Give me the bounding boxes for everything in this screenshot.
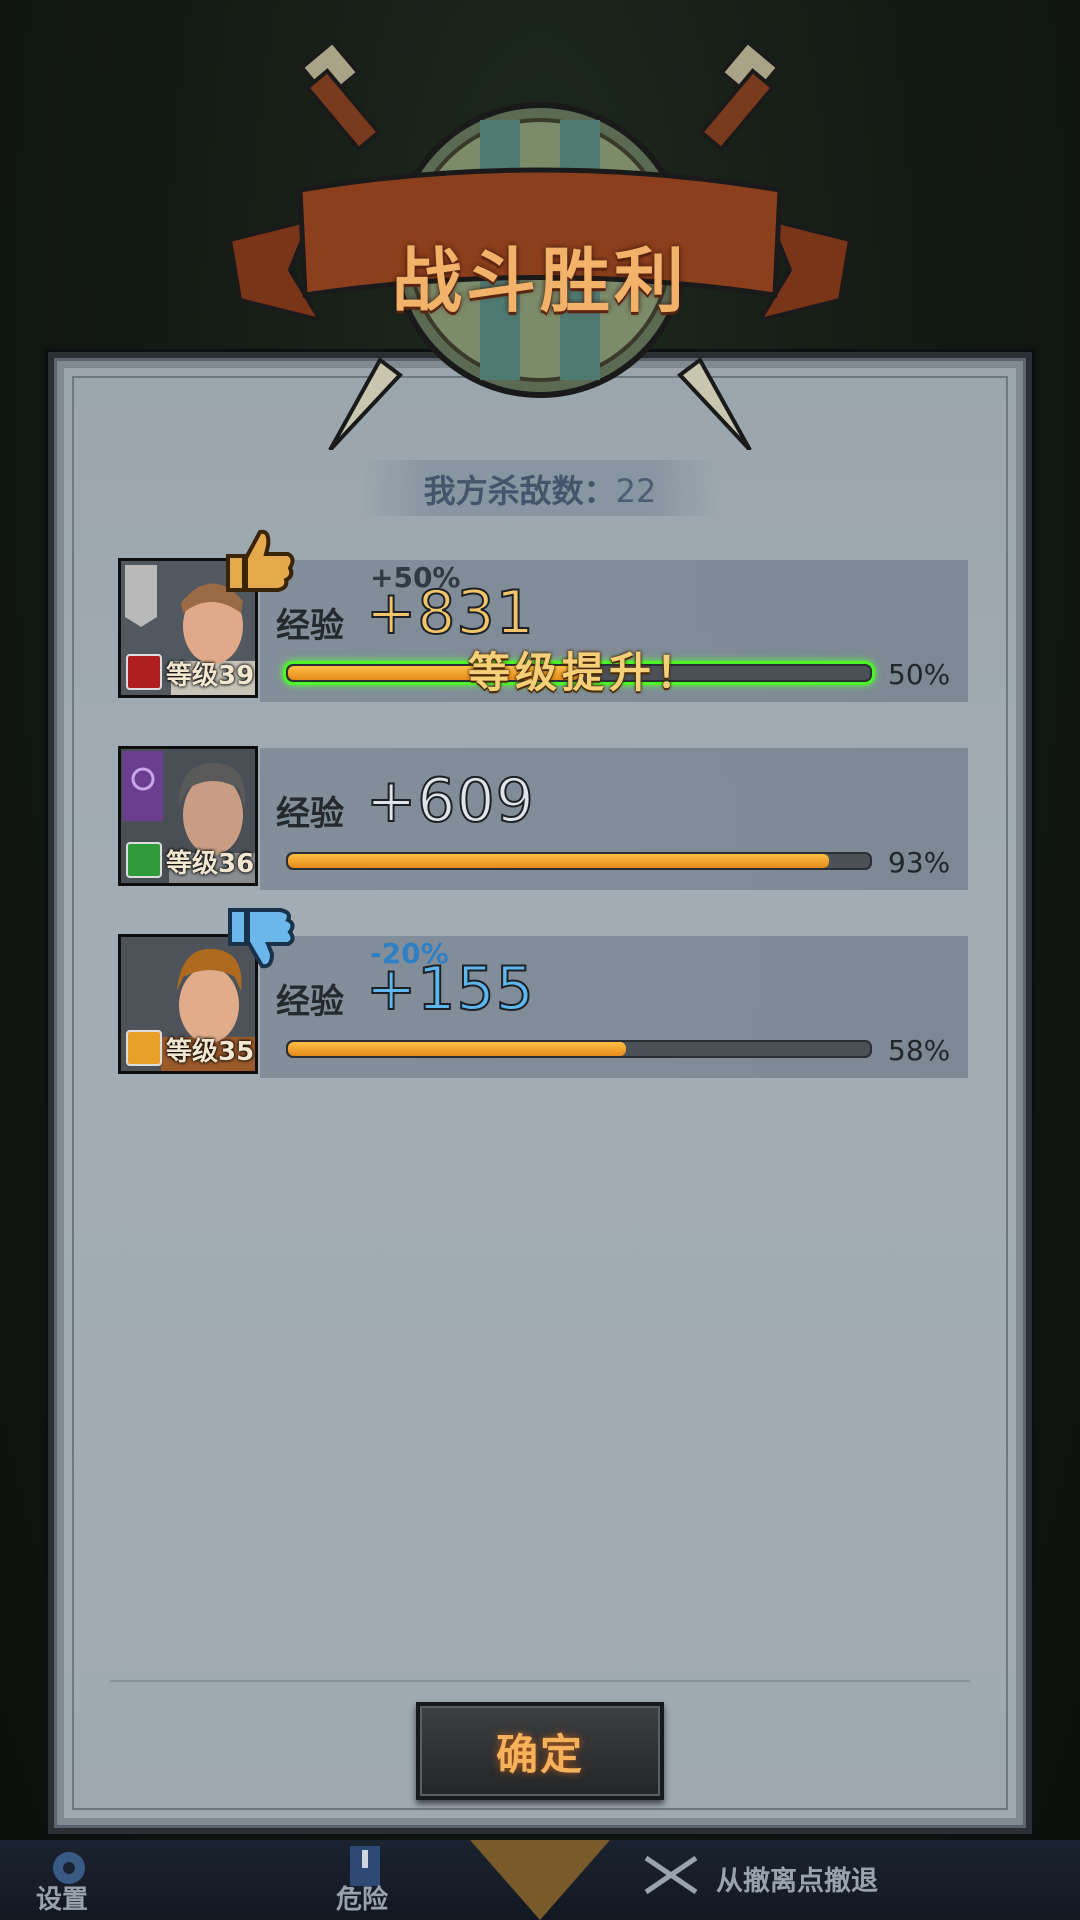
hero-row[interactable]: 等级36 经验 +609 93% [118, 746, 968, 892]
crossed-swords-icon [644, 1855, 698, 1895]
retreat-button[interactable]: 从撤离点撤退 [716, 1859, 878, 1898]
level-up-banner: 等级提升！ [468, 648, 704, 697]
exp-gain: +609 [365, 765, 535, 837]
thumbs-down-icon [228, 908, 295, 969]
exp-gain: +155 [365, 953, 535, 1025]
kill-count: 我方杀敌数：22 [423, 472, 657, 510]
hero-row[interactable]: 等级35 -20% 经验 +155 58% [118, 908, 968, 1080]
hero-portrait[interactable]: 等级36 [118, 746, 258, 886]
confirm-button[interactable]: 确定 [416, 1702, 664, 1800]
class-icon [126, 842, 162, 878]
exp-progress-bar [286, 852, 872, 870]
exp-progress-bar [286, 1040, 872, 1058]
danger-indicator[interactable]: 危险 [336, 1879, 388, 1916]
thumbs-up-icon [226, 529, 295, 592]
hero-row[interactable]: 等级39 +50% 经验 +831 等级提升！ 50% [118, 529, 968, 704]
victory-title: 战斗胜利 [392, 240, 688, 322]
exp-gain: +831 [365, 577, 535, 649]
class-icon [126, 654, 162, 690]
settings-button[interactable]: 设置 [36, 1879, 88, 1916]
bottom-bar: 设置 危险 从撤离点撤退 [0, 1840, 1080, 1920]
center-shield-icon [470, 1840, 610, 1920]
class-icon [126, 1030, 162, 1066]
